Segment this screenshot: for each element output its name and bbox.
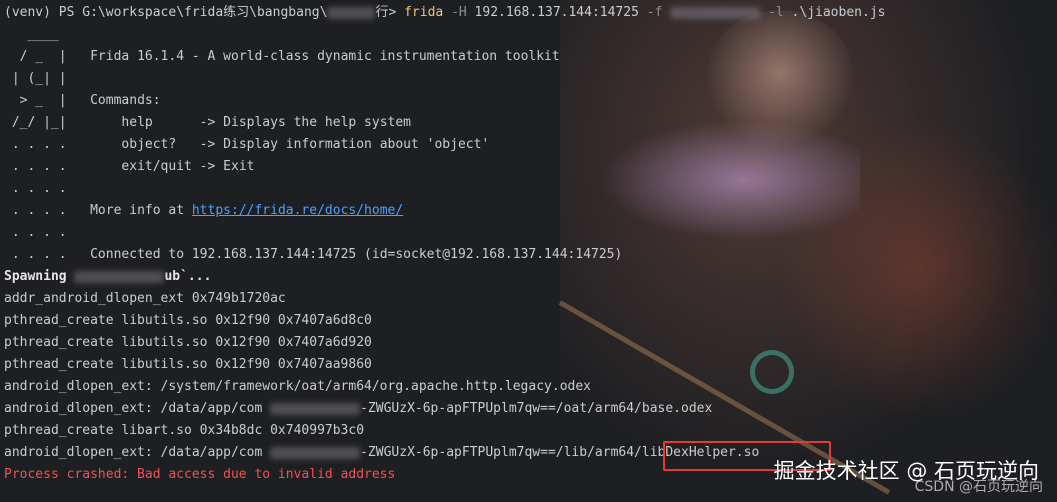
banner-line-9: . . . . <box>4 225 67 240</box>
output-line: android_dlopen_ext: /system/framework/oa… <box>4 379 591 394</box>
banner-line-3: > _ | Commands: <box>4 93 161 108</box>
output-line: android_dlopen_ext: /data/app/com -ZWGUz… <box>4 401 713 416</box>
command-line: (venv) PS G:\workspace\frida练习\bangbang\… <box>4 5 886 20</box>
output-line: addr_android_dlopen_ext 0x749b1720ac <box>4 291 286 306</box>
banner-line-0: ____ <box>4 27 59 42</box>
banner-line-6: . . . . exit/quit -> Exit <box>4 159 255 174</box>
csdn-watermark: CSDN @石页玩逆向 <box>914 479 1043 495</box>
banner-line-8: . . . . More info at https://frida.re/do… <box>4 203 404 218</box>
output-line: pthread_create libutils.so 0x12f90 0x740… <box>4 357 372 372</box>
output-line: pthread_create libutils.so 0x12f90 0x740… <box>4 313 372 328</box>
output-line: pthread_create libart.so 0x34b8dc 0x7409… <box>4 423 365 438</box>
banner-line-5: . . . . object? -> Display information a… <box>4 137 490 152</box>
banner-line-10: . . . . Connected to 192.168.137.144:147… <box>4 247 623 262</box>
banner-line-7: . . . . <box>4 181 67 196</box>
frida-docs-link[interactable]: https://frida.re/docs/home/ <box>192 203 403 218</box>
spawning-line: Spawning ub`... <box>4 269 212 284</box>
banner-line-4: /_/ |_| help -> Displays the help system <box>4 115 412 130</box>
output-line: pthread_create libutils.so 0x12f90 0x740… <box>4 335 372 350</box>
banner-line-2: | (_| | <box>4 71 67 86</box>
terminal-output: (venv) PS G:\workspace\frida练习\bangbang\… <box>4 2 885 486</box>
banner-line-1: / _ | Frida 16.1.4 - A world-class dynam… <box>4 49 560 64</box>
